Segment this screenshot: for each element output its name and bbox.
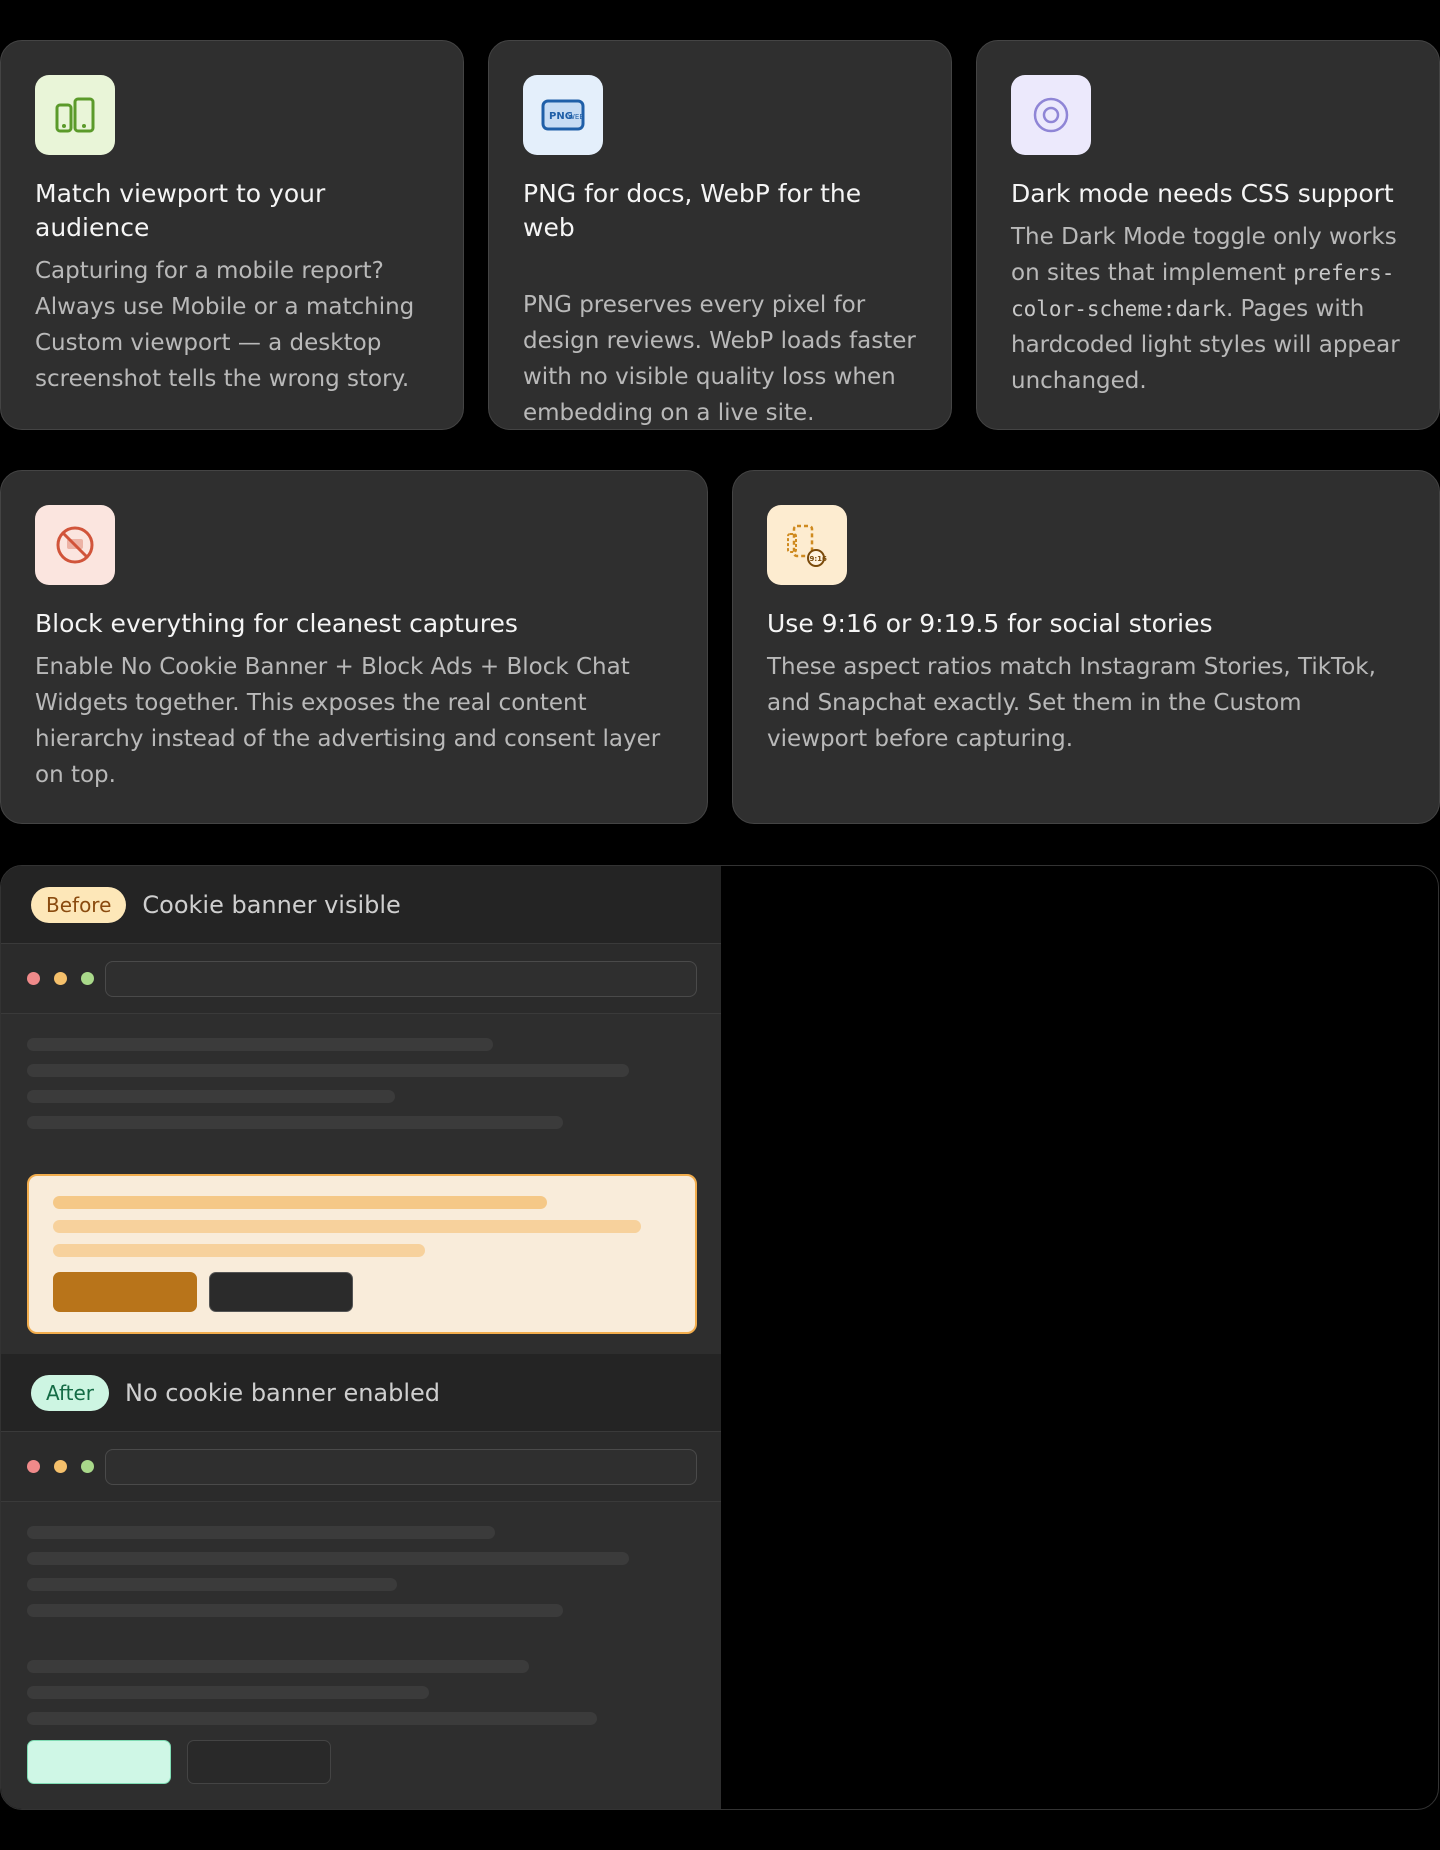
block-icon (35, 505, 115, 585)
text-line-placeholder (27, 1604, 563, 1617)
tip-title: Dark mode needs CSS support (1011, 179, 1394, 208)
before-header: Before Cookie banner visible (1, 866, 721, 944)
browser-chrome (1, 944, 721, 1014)
text-line-placeholder (27, 1116, 563, 1129)
tip-card-viewport: Match viewport to your audience Capturin… (0, 40, 464, 430)
text-line-placeholder (27, 1526, 495, 1539)
reject-cookies-button[interactable] (209, 1272, 353, 1312)
accept-cookies-button[interactable] (53, 1272, 197, 1312)
text-line-placeholder (27, 1712, 597, 1725)
tip-title: Use 9:16 or 9:19.5 for social stories (767, 609, 1213, 638)
tip-body: The Dark Mode toggle only works on sites… (1011, 224, 1400, 394)
primary-button[interactable] (27, 1740, 171, 1784)
tip-card-dark-mode: Dark mode needs CSS support The Dark Mod… (976, 40, 1440, 430)
tip-body: Enable No Cookie Banner + Block Ads + Bl… (35, 654, 661, 788)
tip-title: Match viewport to your audience (35, 179, 326, 242)
banner-line (53, 1220, 641, 1233)
dark-mode-circle-icon (1011, 75, 1091, 155)
png-image-icon: PNG WEB (523, 75, 603, 155)
before-label: Cookie banner visible (142, 890, 401, 919)
svg-text:9:16: 9:16 (810, 555, 828, 563)
aspect-ratio-phone-icon: 9:16 (767, 505, 847, 585)
tip-card-block: Block everything for cleanest captures E… (0, 470, 708, 824)
text-line-placeholder (27, 1660, 529, 1673)
tip-card-format: PNG WEB PNG for docs, WebP for the web P… (488, 40, 952, 430)
secondary-button[interactable] (187, 1740, 331, 1784)
close-dot-icon (27, 1460, 40, 1473)
text-line-placeholder (27, 1578, 397, 1591)
tip-body: These aspect ratios match Instagram Stor… (767, 654, 1376, 752)
before-panel: Before Cookie banner visible (1, 866, 721, 1354)
url-bar (105, 1449, 697, 1485)
after-panel: After No cookie banner enabled (1, 1354, 721, 1809)
close-dot-icon (27, 972, 40, 985)
tip-title: Block everything for cleanest captures (35, 609, 518, 638)
before-after-comparison: Before Cookie banner visible After No co… (0, 865, 1439, 1810)
browser-chrome (1, 1432, 721, 1502)
text-line-placeholder (27, 1686, 429, 1699)
svg-text:WEB: WEB (568, 113, 584, 121)
tip-card-aspect: 9:16 Use 9:16 or 9:19.5 for social stori… (732, 470, 1440, 824)
page-placeholder (1, 1014, 721, 1352)
text-line-placeholder (27, 1038, 493, 1051)
minimize-dot-icon (54, 972, 67, 985)
banner-line (53, 1196, 547, 1209)
minimize-dot-icon (54, 1460, 67, 1473)
text-line-placeholder (27, 1552, 629, 1565)
tip-body: Capturing for a mobile report? Always us… (35, 258, 415, 392)
url-bar (105, 961, 697, 997)
cookie-banner (27, 1174, 697, 1334)
text-line-placeholder (27, 1090, 395, 1103)
after-header: After No cookie banner enabled (1, 1354, 721, 1432)
before-badge: Before (31, 886, 127, 923)
maximize-dot-icon (81, 972, 94, 985)
phone-tablet-icon (35, 75, 115, 155)
tip-title: PNG for docs, WebP for the web (523, 179, 862, 242)
after-label: No cookie banner enabled (125, 1378, 441, 1407)
banner-line (53, 1244, 425, 1257)
tip-body: PNG preserves every pixel for design rev… (523, 292, 916, 426)
maximize-dot-icon (81, 1460, 94, 1473)
page-placeholder (1, 1502, 721, 1809)
text-line-placeholder (27, 1064, 629, 1077)
after-badge: After (31, 1374, 110, 1411)
